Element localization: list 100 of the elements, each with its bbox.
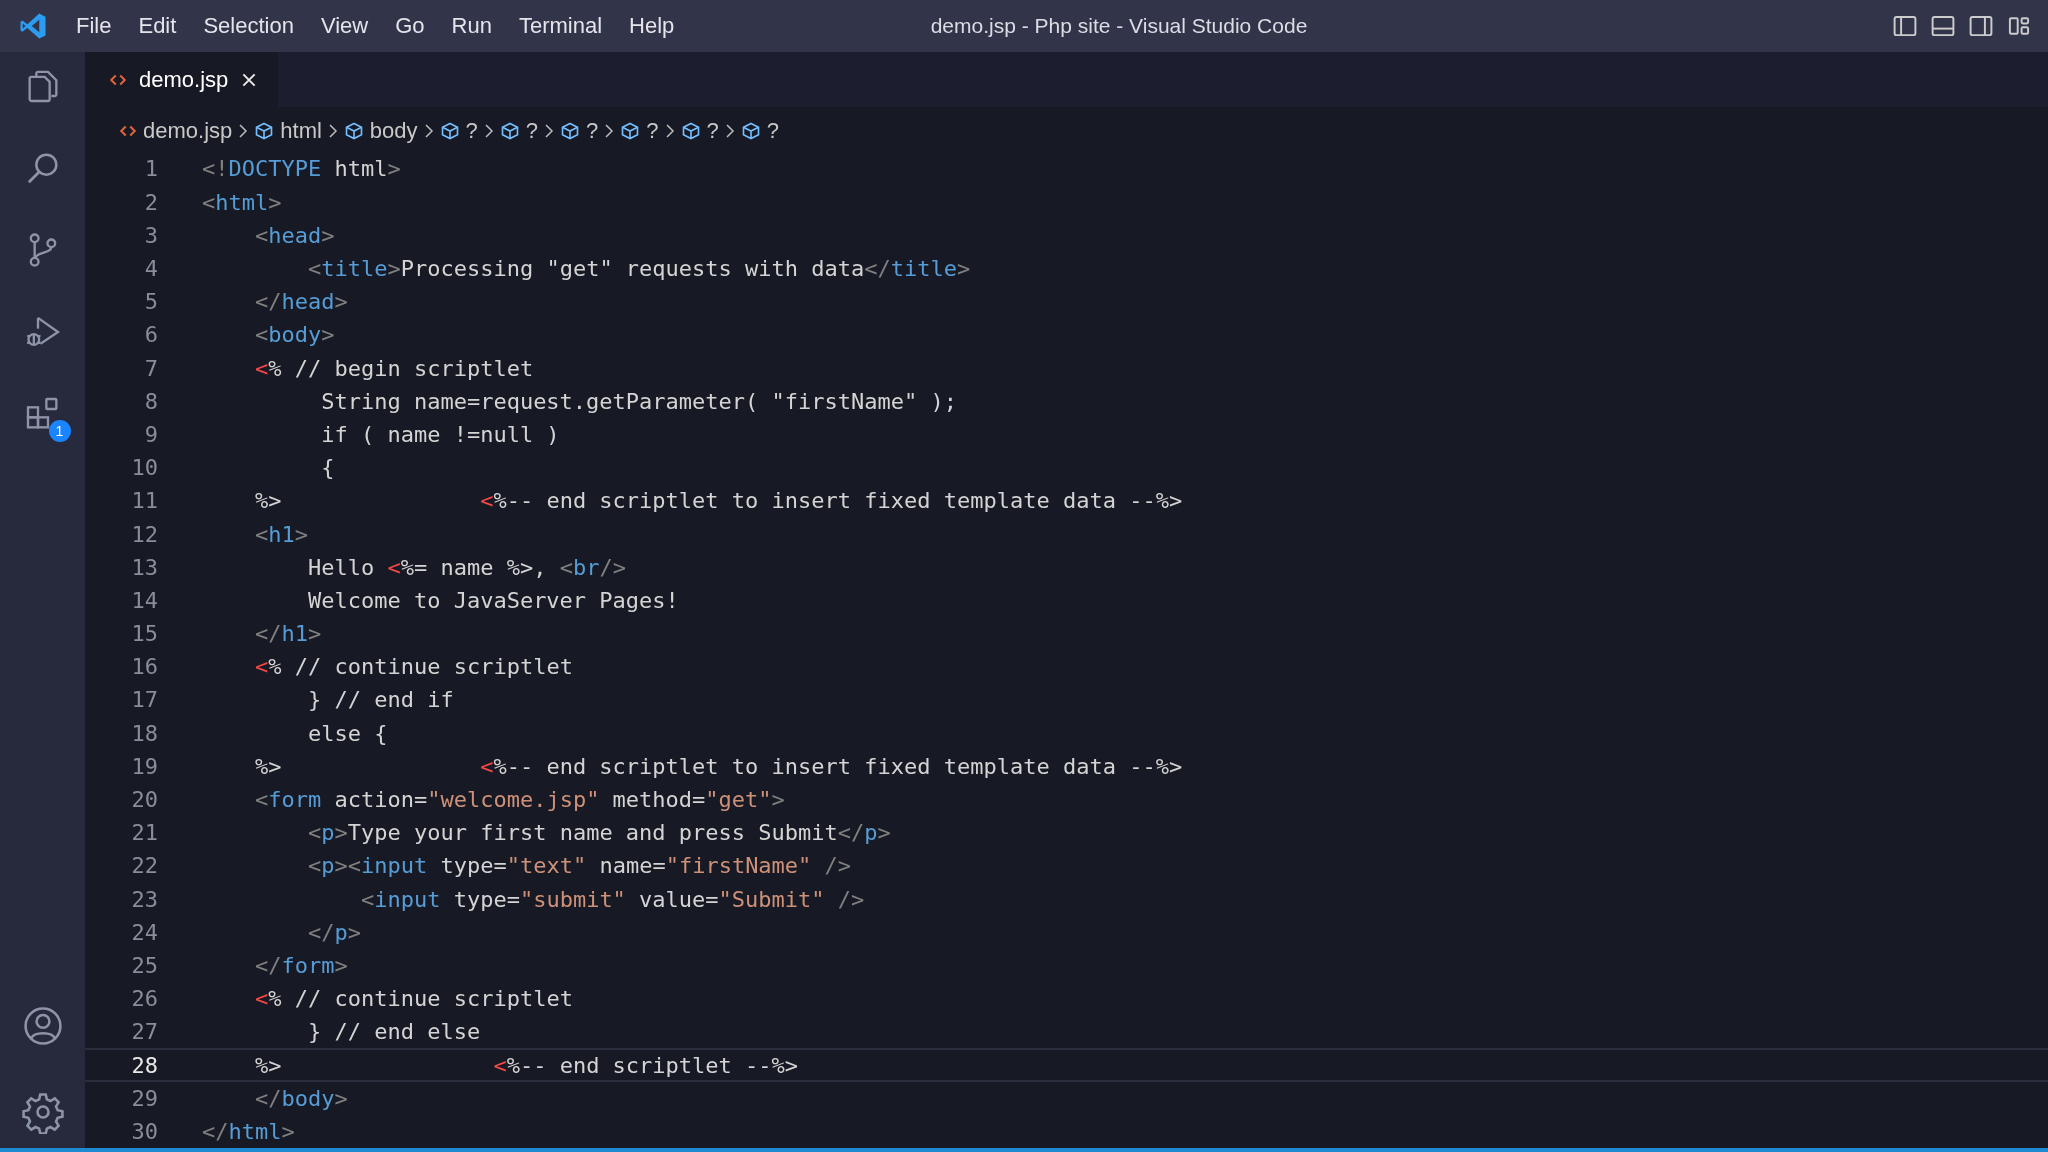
chevron-right-icon — [664, 122, 675, 139]
code-line: %> <%-- end scriptlet to insert fixed template data --%> — [253, 753, 1183, 779]
line-number: 5 — [143, 289, 158, 315]
code-line: <p><input type="text" name="firstName" /> — [306, 853, 852, 879]
code-line: <head> — [253, 222, 335, 248]
code-line: <% // begin scriptlet — [253, 355, 534, 381]
line-number: 14 — [130, 587, 158, 613]
code-line: } // end else — [306, 1019, 481, 1045]
code-line: %> <%-- end scriptlet to insert fixed template data --%> — [253, 488, 1183, 514]
chevron-right-icon — [483, 122, 494, 139]
code-line: <html> — [202, 189, 282, 215]
line-number: 7 — [143, 355, 158, 381]
line-number: 8 — [143, 388, 158, 414]
menu-item[interactable]: Go — [395, 13, 425, 39]
cube-icon — [499, 120, 520, 141]
app-logo-icon — [18, 11, 48, 41]
cube-icon — [620, 120, 641, 141]
code-line: <form action="welcome.jsp" method="get"> — [253, 787, 785, 813]
code-line: Hello <%= name %>, <br/> — [306, 554, 626, 580]
editor-tab[interactable]: demo.jsp — [85, 52, 279, 108]
line-number: 24 — [130, 919, 158, 945]
code-line: } // end if — [306, 687, 454, 713]
code-line: </head> — [253, 289, 348, 315]
cube-icon — [560, 120, 581, 141]
code-line: %> <%-- end scriptlet --%> — [253, 1052, 799, 1078]
notification-badge: 1 — [48, 420, 71, 442]
line-number: 30 — [130, 1118, 158, 1144]
code-line: <input type="submit" value="Submit" /> — [359, 886, 865, 912]
menu-item[interactable]: View — [320, 13, 369, 39]
line-number: 17 — [130, 687, 158, 713]
code-line: </h1> — [253, 621, 322, 647]
code-line: </body> — [253, 1085, 348, 1111]
line-number: 21 — [130, 820, 158, 846]
code-line: String name=request.getParameter( "firstName" ); — [320, 388, 957, 414]
breadcrumb-item[interactable]: demo.jsp — [119, 117, 233, 144]
line-number: 12 — [130, 521, 158, 547]
menu-item[interactable]: Selection — [203, 13, 294, 39]
settings-icon[interactable] — [20, 1090, 65, 1134]
line-number: 26 — [130, 986, 158, 1012]
line-number: 13 — [130, 554, 158, 580]
window-title: demo.jsp - Php site - Visual Studio Code — [930, 14, 1308, 38]
code-line: </p> — [306, 919, 361, 945]
line-number: 27 — [130, 1019, 158, 1045]
cube-icon — [680, 120, 701, 141]
cube-icon — [439, 120, 460, 141]
cube-icon — [740, 120, 761, 141]
menu-item[interactable]: Terminal — [518, 13, 603, 39]
cube-icon — [343, 120, 364, 141]
code-line: <!DOCTYPE html> — [202, 156, 401, 182]
breadcrumb-item[interactable]: ? — [680, 117, 719, 144]
toggle-secondary-sidebar-icon[interactable] — [1968, 13, 1994, 39]
menu-item[interactable]: Edit — [138, 13, 177, 39]
code-line: else { — [306, 720, 388, 746]
menu-item[interactable]: Run — [451, 13, 492, 39]
chevron-right-icon — [423, 122, 434, 139]
line-number: 25 — [130, 952, 158, 978]
breadcrumb-item[interactable]: html — [254, 117, 322, 144]
line-number: 3 — [143, 222, 158, 248]
code-line: <p>Type your first name and press Submit</p> — [306, 820, 891, 846]
chevron-right-icon — [544, 122, 555, 139]
breadcrumb-item[interactable]: ? — [620, 117, 659, 144]
code-line: { — [320, 455, 335, 481]
line-number: 11 — [130, 488, 158, 514]
line-number: 2 — [143, 189, 158, 215]
code-line: <title>Processing "get" requests with data</title> — [306, 256, 971, 282]
menu-item[interactable]: Help — [629, 13, 675, 39]
line-number: 10 — [130, 455, 158, 481]
breadcrumb-item[interactable]: ? — [439, 117, 478, 144]
breadcrumb-item[interactable]: body — [343, 117, 418, 144]
line-number: 23 — [130, 886, 158, 912]
line-number: 28 — [130, 1052, 158, 1078]
line-number: 15 — [130, 621, 158, 647]
chevron-right-icon — [604, 122, 615, 139]
breadcrumb-item[interactable]: ? — [560, 117, 599, 144]
line-number: 19 — [130, 753, 158, 779]
line-number: 29 — [130, 1085, 158, 1111]
line-number: 1 — [143, 156, 158, 182]
code-line: <% // continue scriptlet — [253, 986, 573, 1012]
breadcrumb-item[interactable]: ? — [499, 117, 539, 144]
code-line: <h1> — [253, 521, 308, 547]
line-number: 22 — [130, 853, 158, 879]
line-number: 4 — [143, 256, 158, 282]
line-number: 6 — [143, 322, 158, 348]
chevron-right-icon — [724, 122, 735, 139]
line-number: 9 — [143, 421, 158, 447]
menu-item[interactable]: File — [76, 13, 112, 39]
toggle-panel-icon[interactable] — [1930, 13, 1956, 39]
breadcrumb-item[interactable]: ? — [740, 117, 780, 144]
code-line: <% // continue scriptlet — [253, 654, 573, 680]
toggle-sidebar-icon[interactable] — [1892, 13, 1918, 39]
code-line: </html> — [202, 1118, 295, 1144]
cube-icon — [254, 120, 275, 141]
chevron-right-icon — [238, 122, 249, 139]
chevron-right-icon — [327, 122, 338, 139]
line-number: 20 — [130, 787, 158, 813]
code-line: if ( name !=null ) — [320, 421, 560, 447]
line-number: 16 — [130, 654, 158, 680]
line-number: 18 — [130, 720, 158, 746]
code-line: </form> — [253, 952, 348, 978]
code-line: Welcome to JavaServer Pages! — [306, 587, 679, 613]
